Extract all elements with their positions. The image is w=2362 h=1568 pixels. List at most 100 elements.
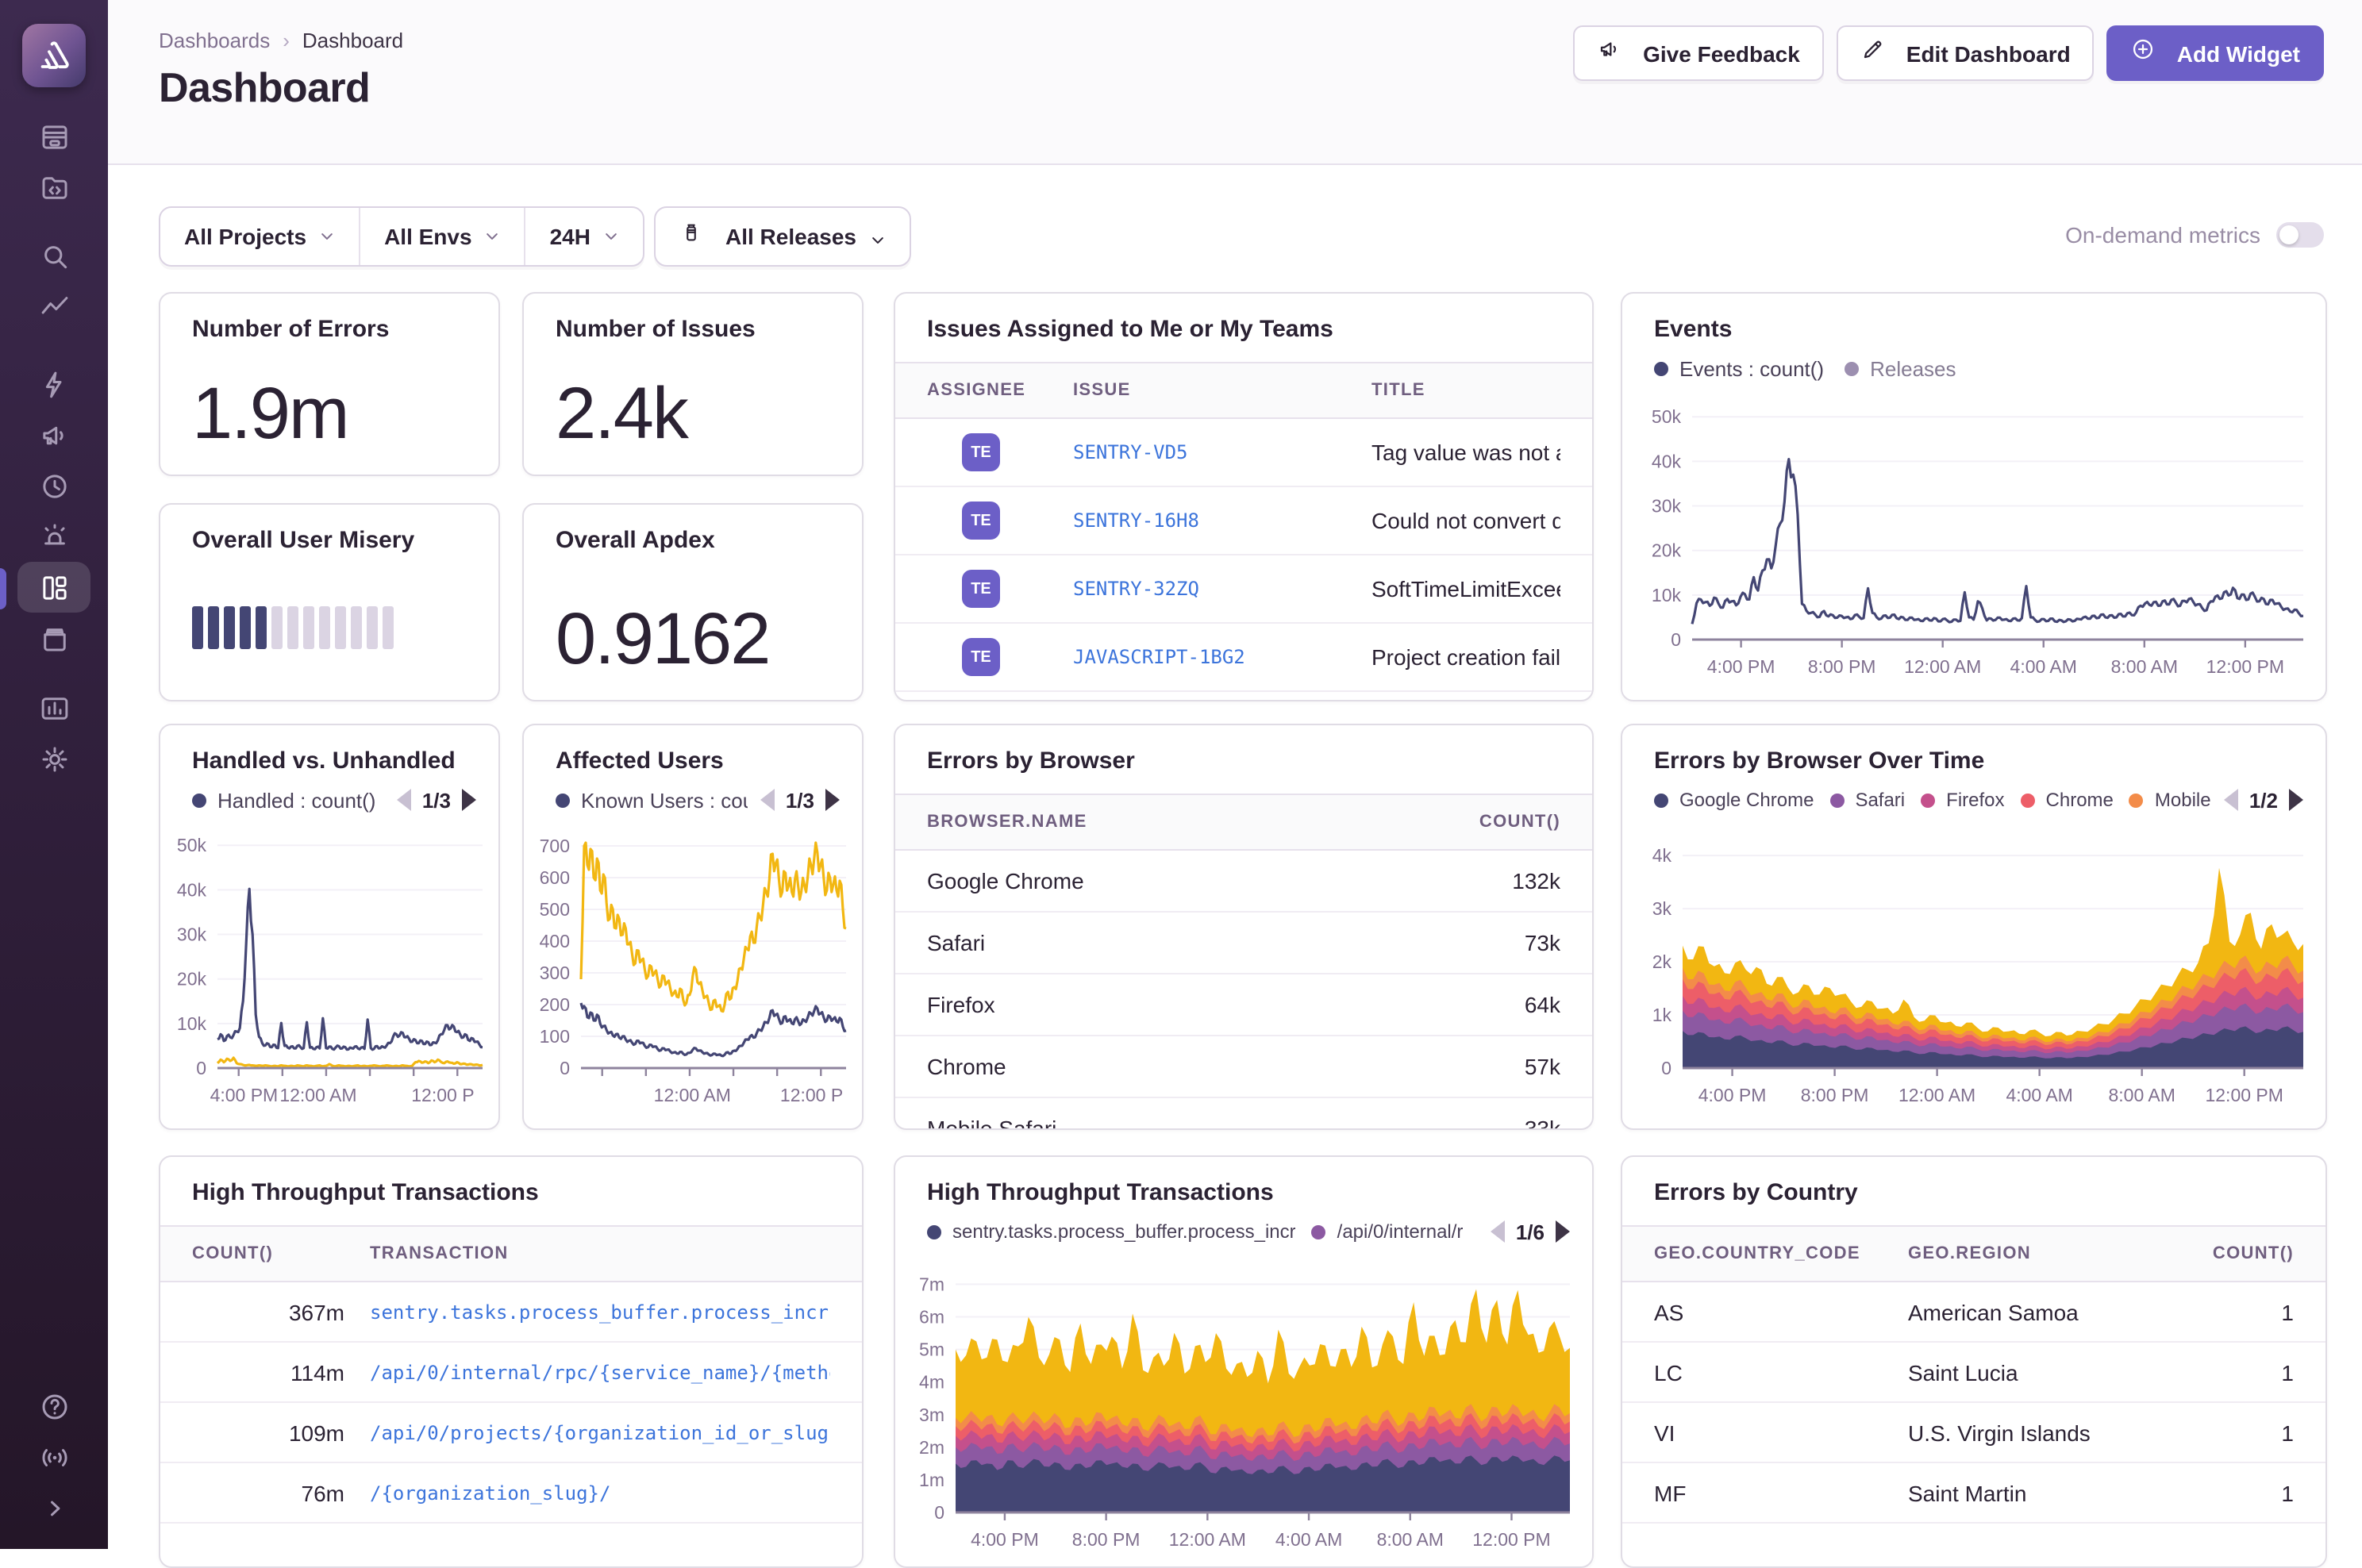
widget-errors-by-browser-over-time[interactable]: Errors by Browser Over Time Google Chrom… <box>1621 724 2327 1130</box>
table-row[interactable]: VI U.S. Virgin Islands 1 <box>1622 1403 2325 1463</box>
date-range-filter[interactable]: 24H <box>525 208 643 265</box>
sidebar-item-performance[interactable] <box>0 359 108 409</box>
legend-item[interactable]: Safari <box>1829 789 1905 811</box>
next-page-icon[interactable] <box>825 789 840 811</box>
widget-errors-by-country[interactable]: Errors by Country GEO.COUNTRY_CODE GEO.R… <box>1621 1155 2327 1568</box>
svg-text:0: 0 <box>1671 629 1681 650</box>
table-row[interactable]: LC Saint Lucia 1 <box>1622 1343 2325 1403</box>
sidebar-item-explore[interactable] <box>0 230 108 281</box>
widget-issues-assigned[interactable]: Issues Assigned to Me or My Teams ASSIGN… <box>894 292 1594 701</box>
table-row[interactable]: 114m /api/0/internal/rpc/{service_name}/… <box>160 1343 862 1403</box>
sidebar-item-settings[interactable] <box>0 733 108 784</box>
widget-events[interactable]: Events Events : count()Releases 010k20k3… <box>1621 292 2327 701</box>
sidebar-item-alerts[interactable] <box>0 511 108 562</box>
legend-item[interactable]: Events : count() <box>1654 356 1824 380</box>
legend-item[interactable]: /api/0/internal/r <box>1312 1220 1464 1243</box>
widget-high-throughput-chart[interactable]: High Throughput Transactions sentry.task… <box>894 1155 1594 1568</box>
chevron-down-icon <box>485 229 501 244</box>
sidebar-item-stats[interactable] <box>0 682 108 733</box>
legend-item[interactable]: Handled : count() <box>192 788 375 812</box>
sidebar-item-help[interactable] <box>0 1381 108 1432</box>
widget-affected-users[interactable]: Affected Users Known Users : cour1/3 010… <box>522 724 864 1130</box>
events-line-chart[interactable]: 010k20k30k40k50k4:00 PM8:00 PM12:00 AM4:… <box>1635 398 2316 690</box>
svg-text:12:00 AM: 12:00 AM <box>1169 1529 1246 1550</box>
table-row[interactable]: Mobile Safari 33k <box>895 1098 1592 1130</box>
issue-link[interactable]: SENTRY-16H8 <box>1073 509 1371 532</box>
widget-number-of-issues[interactable]: Number of Issues 2.4k <box>522 292 864 476</box>
issue-row[interactable]: TE SENTRY-16H8 Could not convert query <box>895 487 1592 555</box>
widget-title: Errors by Country <box>1622 1157 2325 1206</box>
errors-by-browser-area-chart[interactable]: 01k2k3k4k4:00 PM8:00 PM12:00 AM4:00 AM8:… <box>1635 830 2316 1119</box>
transaction-link[interactable]: /api/0/internal/rpc/{service_name}/{meth… <box>344 1361 830 1383</box>
legend-pager: 1/3 <box>748 786 840 814</box>
issue-link[interactable]: SENTRY-32ZQ <box>1073 578 1371 600</box>
transaction-link[interactable]: /{organization_slug}/ <box>344 1482 830 1504</box>
prev-page-icon[interactable] <box>2224 789 2238 811</box>
widget-handled-vs-unhandled[interactable]: Handled vs. Unhandled Handled : count()1… <box>159 724 500 1130</box>
sidebar-item-releases[interactable] <box>0 613 108 663</box>
sidebar-item-dashboards[interactable] <box>0 562 108 613</box>
widget-high-throughput-table[interactable]: High Throughput Transactions COUNT() TRA… <box>159 1155 864 1568</box>
table-row[interactable]: AS American Samoa 1 <box>1622 1282 2325 1343</box>
table-row[interactable]: MF Saint Martin 1 <box>1622 1463 2325 1524</box>
sidebar-item-issues[interactable] <box>0 111 108 162</box>
affected-users-line-chart[interactable]: 010020030040050060070012:00 AM12:00 P <box>530 827 859 1119</box>
legend-item[interactable]: Known Users : cour <box>556 788 761 812</box>
table-row[interactable]: Chrome 57k <box>895 1036 1592 1098</box>
next-page-icon[interactable] <box>2289 789 2303 811</box>
issue-row[interactable]: TE JAVASCRIPT-1BG2 Project creation fail… <box>895 624 1592 692</box>
issue-row[interactable]: TE SENTRY-VD5 Tag value was not a strin <box>895 419 1592 487</box>
add-widget-button[interactable]: Add Widget <box>2107 25 2324 81</box>
legend-item[interactable]: sentry.tasks.process_buffer.process_incr <box>927 1220 1296 1243</box>
table-row[interactable]: Google Chrome 132k <box>895 851 1592 913</box>
legend-item[interactable]: Releases <box>1845 356 1956 380</box>
transaction-link[interactable]: sentry.tasks.process_buffer.process_incr <box>344 1301 830 1323</box>
sidebar-item-replays[interactable] <box>0 460 108 511</box>
count-value: 76m <box>192 1480 344 1505</box>
issue-row[interactable]: TE SENTRY-32ZQ SoftTimeLimitExceeded <box>895 555 1592 624</box>
sidebar-item-insights[interactable] <box>0 281 108 332</box>
issue-link[interactable]: SENTRY-VD5 <box>1073 441 1371 463</box>
next-page-icon[interactable] <box>462 789 476 811</box>
table-row[interactable]: 367m sentry.tasks.process_buffer.process… <box>160 1282 862 1343</box>
prev-page-icon[interactable] <box>397 789 411 811</box>
svg-text:12:00 P: 12:00 P <box>411 1085 474 1105</box>
sidebar-item-projects[interactable] <box>0 162 108 213</box>
table-row[interactable]: 76m /{organization_slug}/ <box>160 1463 862 1524</box>
environment-filter[interactable]: All Envs <box>359 208 525 265</box>
widget-title: Overall Apdex <box>524 505 862 554</box>
widget-number-of-errors[interactable]: Number of Errors 1.9m <box>159 292 500 476</box>
handled-line-chart[interactable]: 010k20k30k40k50k4:00 PM12:00 AM12:00 P <box>167 827 495 1119</box>
sentry-logo-icon[interactable] <box>22 24 86 87</box>
releases-filter[interactable]: All Releases <box>654 206 910 267</box>
breadcrumb-parent[interactable]: Dashboards <box>159 29 270 52</box>
high-throughput-area-chart[interactable]: 01m2m3m4m5m6m7m4:00 PM8:00 PM12:00 AM4:0… <box>908 1262 1583 1563</box>
legend-item[interactable]: Google Chrome <box>1654 789 1814 811</box>
widget-apdex[interactable]: Overall Apdex 0.9162 <box>522 503 864 701</box>
table-row[interactable]: 109m /api/0/projects/{organization_id_or… <box>160 1403 862 1463</box>
legend-item[interactable]: Firefox <box>1921 789 2004 811</box>
give-feedback-button[interactable]: Give Feedback <box>1573 25 1824 81</box>
big-number-value: 2.4k <box>556 370 687 455</box>
widget-user-misery[interactable]: Overall User Misery <box>159 503 500 701</box>
table-row[interactable]: Safari 73k <box>895 913 1592 974</box>
sidebar-item-feedback[interactable] <box>0 409 108 460</box>
ondemand-metrics-toggle[interactable] <box>2276 222 2324 248</box>
sidebar-collapse-button[interactable] <box>0 1482 108 1533</box>
svg-text:10k: 10k <box>177 1013 207 1034</box>
issue-link[interactable]: JAVASCRIPT-1BG2 <box>1073 646 1371 668</box>
widget-errors-by-browser[interactable]: Errors by Browser BROWSER.NAME COUNT() G… <box>894 724 1594 1130</box>
edit-dashboard-button[interactable]: Edit Dashboard <box>1837 25 2095 81</box>
svg-text:8:00 PM: 8:00 PM <box>1072 1529 1141 1550</box>
prev-page-icon[interactable] <box>760 789 775 811</box>
project-filter[interactable]: All Projects <box>160 208 359 265</box>
svg-text:3k: 3k <box>1652 898 1672 919</box>
prev-page-icon[interactable] <box>1491 1220 1505 1243</box>
sidebar <box>0 0 108 1549</box>
issue-title: Could not convert query <box>1371 508 1560 533</box>
sidebar-item-whats-new[interactable] <box>0 1432 108 1482</box>
table-row[interactable]: Firefox 64k <box>895 974 1592 1036</box>
transaction-link[interactable]: /api/0/projects/{organization_id_or_slug… <box>344 1421 830 1443</box>
next-page-icon[interactable] <box>1556 1220 1570 1243</box>
legend-item[interactable]: Chrome <box>2021 789 2114 811</box>
